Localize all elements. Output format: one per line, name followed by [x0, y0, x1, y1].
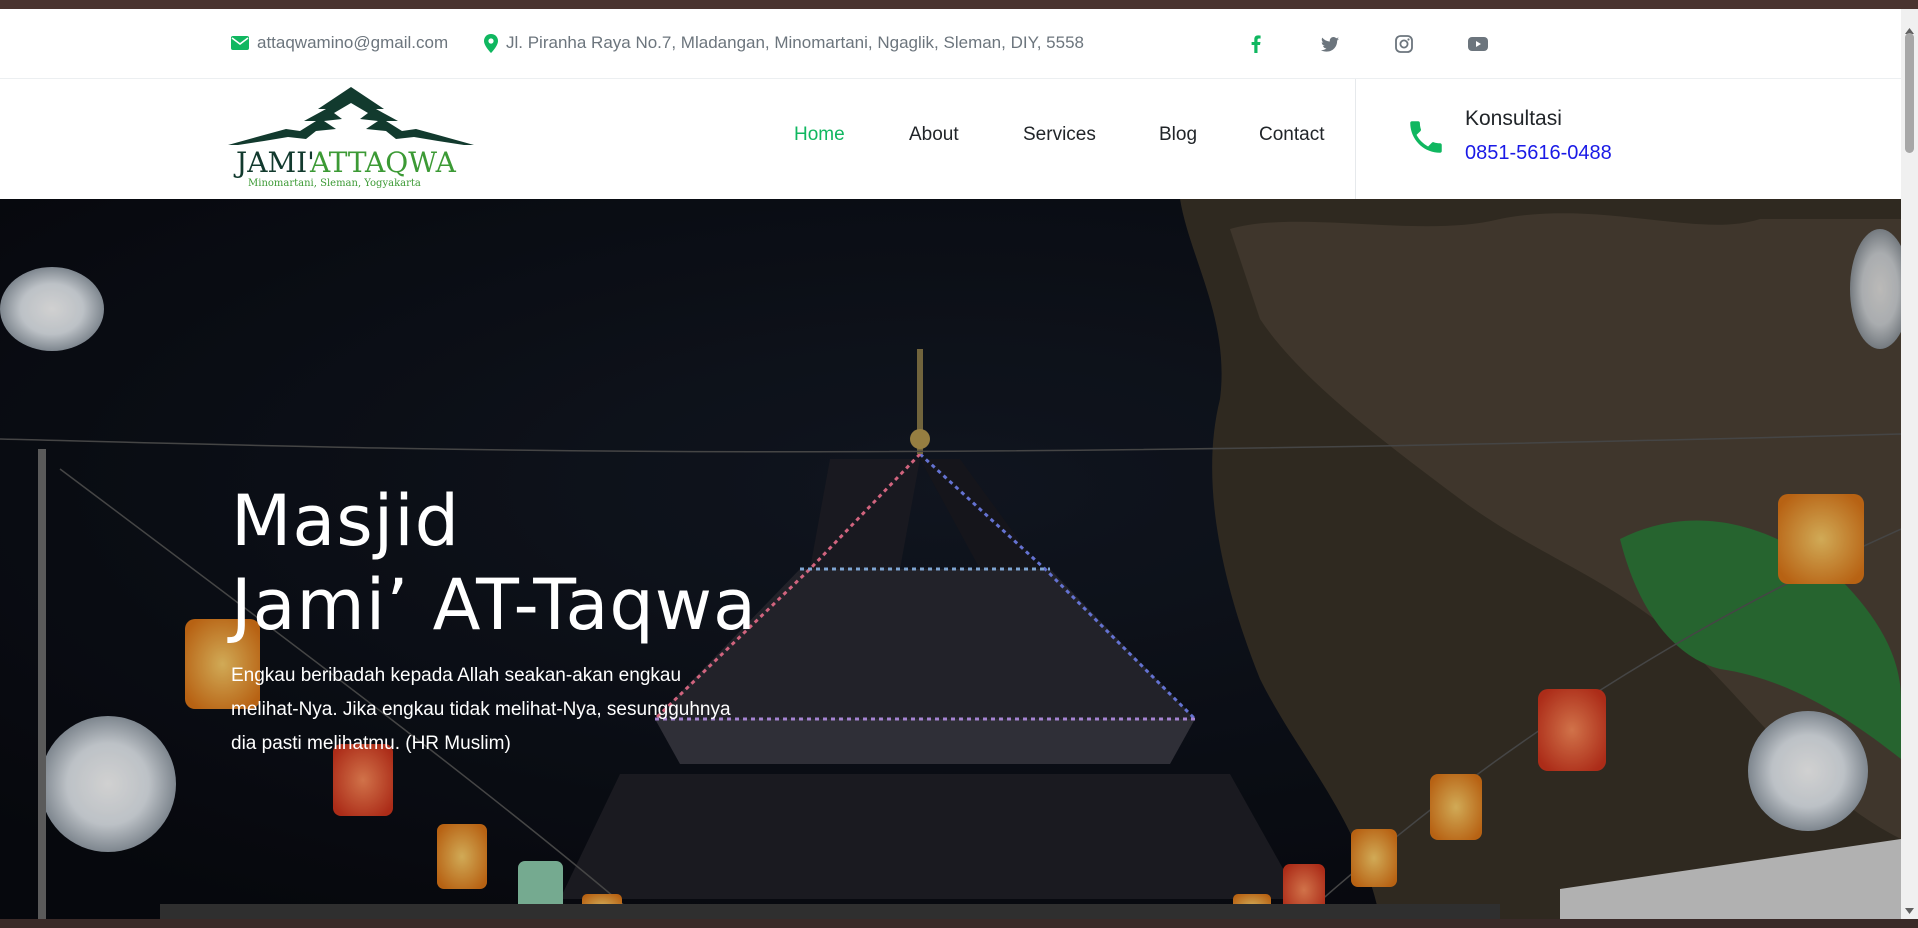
- youtube-link[interactable]: [1465, 31, 1491, 57]
- nav-about[interactable]: About: [909, 124, 959, 146]
- scrollbar-thumb[interactable]: [1905, 33, 1914, 153]
- map-pin-icon: [484, 33, 498, 53]
- twitter-link[interactable]: [1317, 31, 1343, 57]
- main-navbar: JAMI' ATTAQWA Minomartani, Sleman, Yogya…: [0, 79, 1901, 199]
- top-bar: attaqwamino@gmail.com Jl. Piranha Raya N…: [0, 9, 1901, 79]
- instagram-link[interactable]: [1391, 31, 1417, 57]
- logo-name-part1: JAMI': [233, 146, 315, 179]
- facebook-icon: [1251, 35, 1261, 53]
- hero-quote: Engkau beribadah kepada Allah seakan-aka…: [231, 665, 731, 754]
- email-text: attaqwamino@gmail.com: [257, 33, 449, 52]
- site-logo[interactable]: JAMI' ATTAQWA Minomartani, Sleman, Yogya…: [228, 87, 474, 189]
- consult-phone-link[interactable]: 0851-5616-0488: [1465, 142, 1612, 165]
- logo-tagline: Minomartani, Sleman, Yogyakarta: [248, 178, 421, 189]
- nav-services[interactable]: Services: [1023, 124, 1096, 146]
- page: attaqwamino@gmail.com Jl. Piranha Raya N…: [0, 9, 1901, 919]
- hero-section: Masjid Jami’ AT-Taqwa Engkau beribadah k…: [0, 199, 1901, 919]
- address-contact: Jl. Piranha Raya No.7, Mladangan, Minoma…: [484, 33, 1084, 53]
- twitter-icon: [1321, 36, 1339, 52]
- hero-title: Masjid Jami’ AT-Taqwa: [231, 479, 757, 647]
- nav-blog[interactable]: Blog: [1159, 124, 1197, 146]
- scroll-down-arrow-icon: [1905, 907, 1914, 914]
- mosque-roof-logo-icon: JAMI' ATTAQWA Minomartani, Sleman, Yogya…: [228, 87, 474, 189]
- facebook-link[interactable]: [1243, 31, 1269, 57]
- window-bottom-strip: [0, 919, 1918, 928]
- youtube-icon: [1468, 37, 1488, 51]
- email-contact[interactable]: attaqwamino@gmail.com: [231, 33, 448, 53]
- hero-title-line1: Masjid: [231, 480, 461, 562]
- instagram-icon: [1395, 35, 1413, 53]
- window-top-strip: [0, 0, 1918, 9]
- address-text: Jl. Piranha Raya No.7, Mladangan, Minoma…: [506, 33, 1084, 52]
- page-scrollbar[interactable]: [1901, 9, 1918, 919]
- phone-icon: [1410, 121, 1442, 153]
- nav-divider: [1355, 79, 1356, 199]
- envelope-icon: [231, 36, 249, 50]
- hero-title-line2: Jami’ AT-Taqwa: [231, 564, 757, 646]
- logo-name-part2: ATTAQWA: [309, 146, 457, 179]
- scroll-down-button[interactable]: [1901, 902, 1918, 919]
- nav-home[interactable]: Home: [794, 124, 845, 146]
- consult-label: Konsultasi: [1465, 107, 1562, 130]
- nav-contact[interactable]: Contact: [1259, 124, 1324, 146]
